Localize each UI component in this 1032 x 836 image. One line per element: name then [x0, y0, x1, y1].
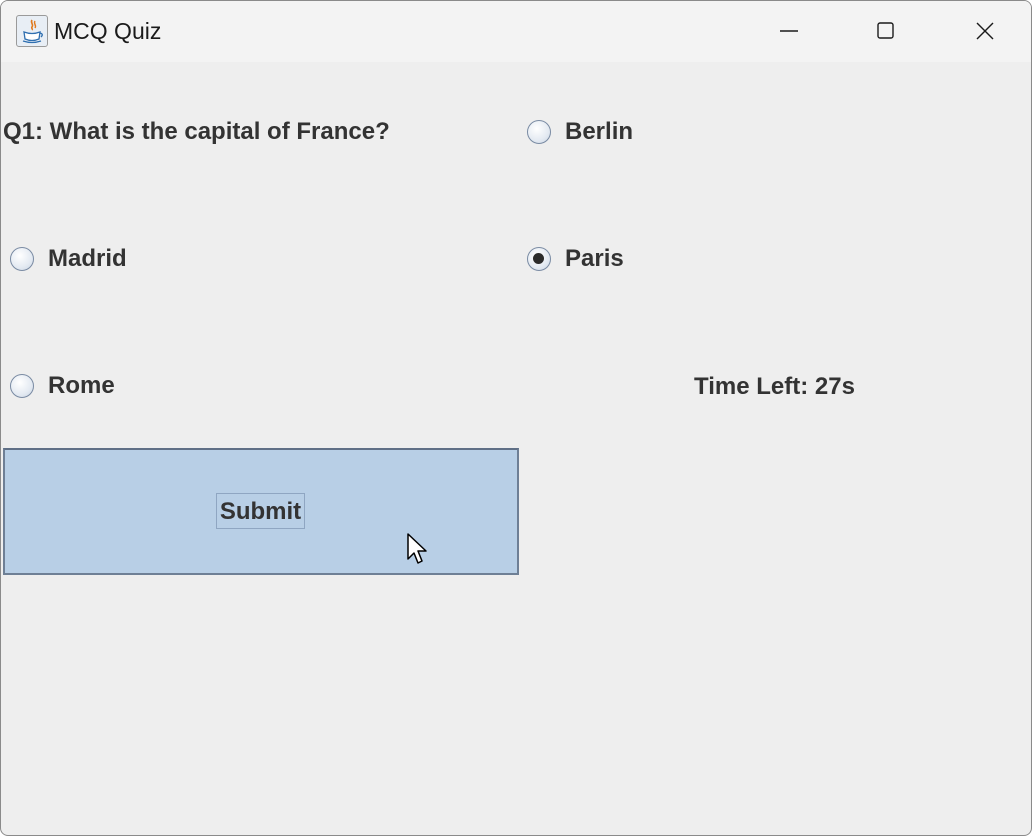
quiz-panel: Q1: What is the capital of France? Berli…: [1, 62, 1031, 835]
submit-button[interactable]: Submit: [3, 448, 519, 575]
title-bar[interactable]: MCQ Quiz: [1, 1, 1031, 62]
window-title: MCQ Quiz: [54, 18, 162, 44]
close-button[interactable]: [937, 1, 1031, 62]
option-label: Paris: [565, 245, 624, 272]
radio-unchecked-icon: [10, 374, 34, 398]
radio-unchecked-icon: [10, 247, 34, 271]
maximize-button[interactable]: [838, 1, 934, 62]
option-label: Berlin: [565, 118, 634, 145]
java-cup-icon: [16, 15, 48, 47]
maximize-icon: [877, 22, 894, 39]
question-label: Q1: What is the capital of France?: [3, 118, 390, 145]
radio-unchecked-icon: [527, 120, 551, 144]
submit-label: Submit: [219, 498, 302, 525]
focus-ring: Submit: [216, 493, 305, 529]
mouse-cursor-icon: [407, 533, 427, 564]
radio-selected-dot: [533, 253, 544, 264]
app-window: MCQ Quiz Q1: What is the capital of Fran…: [0, 0, 1032, 836]
close-icon: [976, 22, 994, 40]
minimize-button[interactable]: [741, 1, 837, 62]
radio-checked-icon: [527, 247, 551, 271]
option-label: Rome: [48, 372, 115, 399]
option-label: Madrid: [48, 245, 127, 272]
timer-label: Time Left: 27s: [694, 373, 855, 400]
minimize-icon: [780, 30, 798, 32]
